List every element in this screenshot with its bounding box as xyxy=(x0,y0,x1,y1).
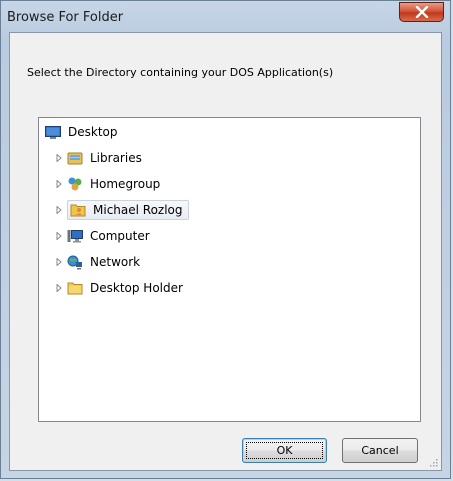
tree-item-computer[interactable]: Computer xyxy=(53,225,153,247)
tree-item-label: Libraries xyxy=(90,151,142,165)
folder-tree[interactable]: Desktop Libraries Homegroup Michael Rozl… xyxy=(38,117,421,422)
user-folder-icon xyxy=(70,202,86,218)
ok-button[interactable]: OK xyxy=(242,438,327,463)
expand-arrow-icon[interactable] xyxy=(53,152,65,164)
tree-item-label: Desktop Holder xyxy=(90,281,183,295)
dialog-body: Select the Directory containing your DOS… xyxy=(9,32,442,471)
selected-item-highlight: Michael Rozlog xyxy=(67,200,189,220)
desktop-icon xyxy=(45,124,61,140)
expand-arrow-icon[interactable] xyxy=(53,178,65,190)
libraries-icon xyxy=(67,150,83,166)
instruction-text: Select the Directory containing your DOS… xyxy=(27,66,334,79)
tree-item-libraries[interactable]: Libraries xyxy=(53,147,145,169)
title-bar[interactable]: Browse For Folder xyxy=(1,1,450,33)
expand-arrow-icon[interactable] xyxy=(53,204,65,216)
close-icon xyxy=(415,6,429,18)
tree-item-homegroup[interactable]: Homegroup xyxy=(53,173,163,195)
resize-grip-icon[interactable] xyxy=(428,457,438,467)
tree-item-michael-rozlog[interactable]: Michael Rozlog xyxy=(53,199,189,221)
cancel-button[interactable]: Cancel xyxy=(342,438,418,463)
cancel-button-label: Cancel xyxy=(361,444,399,457)
tree-item-network[interactable]: Network xyxy=(53,251,143,273)
browse-for-folder-dialog: Browse For Folder Select the Directory c… xyxy=(0,0,451,479)
focus-ring xyxy=(246,442,323,459)
expand-arrow-icon[interactable] xyxy=(53,230,65,242)
tree-item-desktop-holder[interactable]: Desktop Holder xyxy=(53,277,186,299)
tree-item-label: Desktop xyxy=(68,125,118,139)
tree-item-label: Michael Rozlog xyxy=(93,203,183,217)
tree-item-desktop[interactable]: Desktop xyxy=(45,121,121,143)
expand-arrow-icon[interactable] xyxy=(53,282,65,294)
network-icon xyxy=(67,254,83,270)
close-button[interactable] xyxy=(399,2,444,22)
computer-icon xyxy=(67,228,83,244)
homegroup-icon xyxy=(67,176,83,192)
expand-arrow-icon[interactable] xyxy=(53,256,65,268)
tree-item-label: Homegroup xyxy=(90,177,161,191)
folder-icon xyxy=(67,280,83,296)
window-title: Browse For Folder xyxy=(7,10,124,25)
tree-item-label: Network xyxy=(90,255,141,269)
tree-item-label: Computer xyxy=(90,229,150,243)
